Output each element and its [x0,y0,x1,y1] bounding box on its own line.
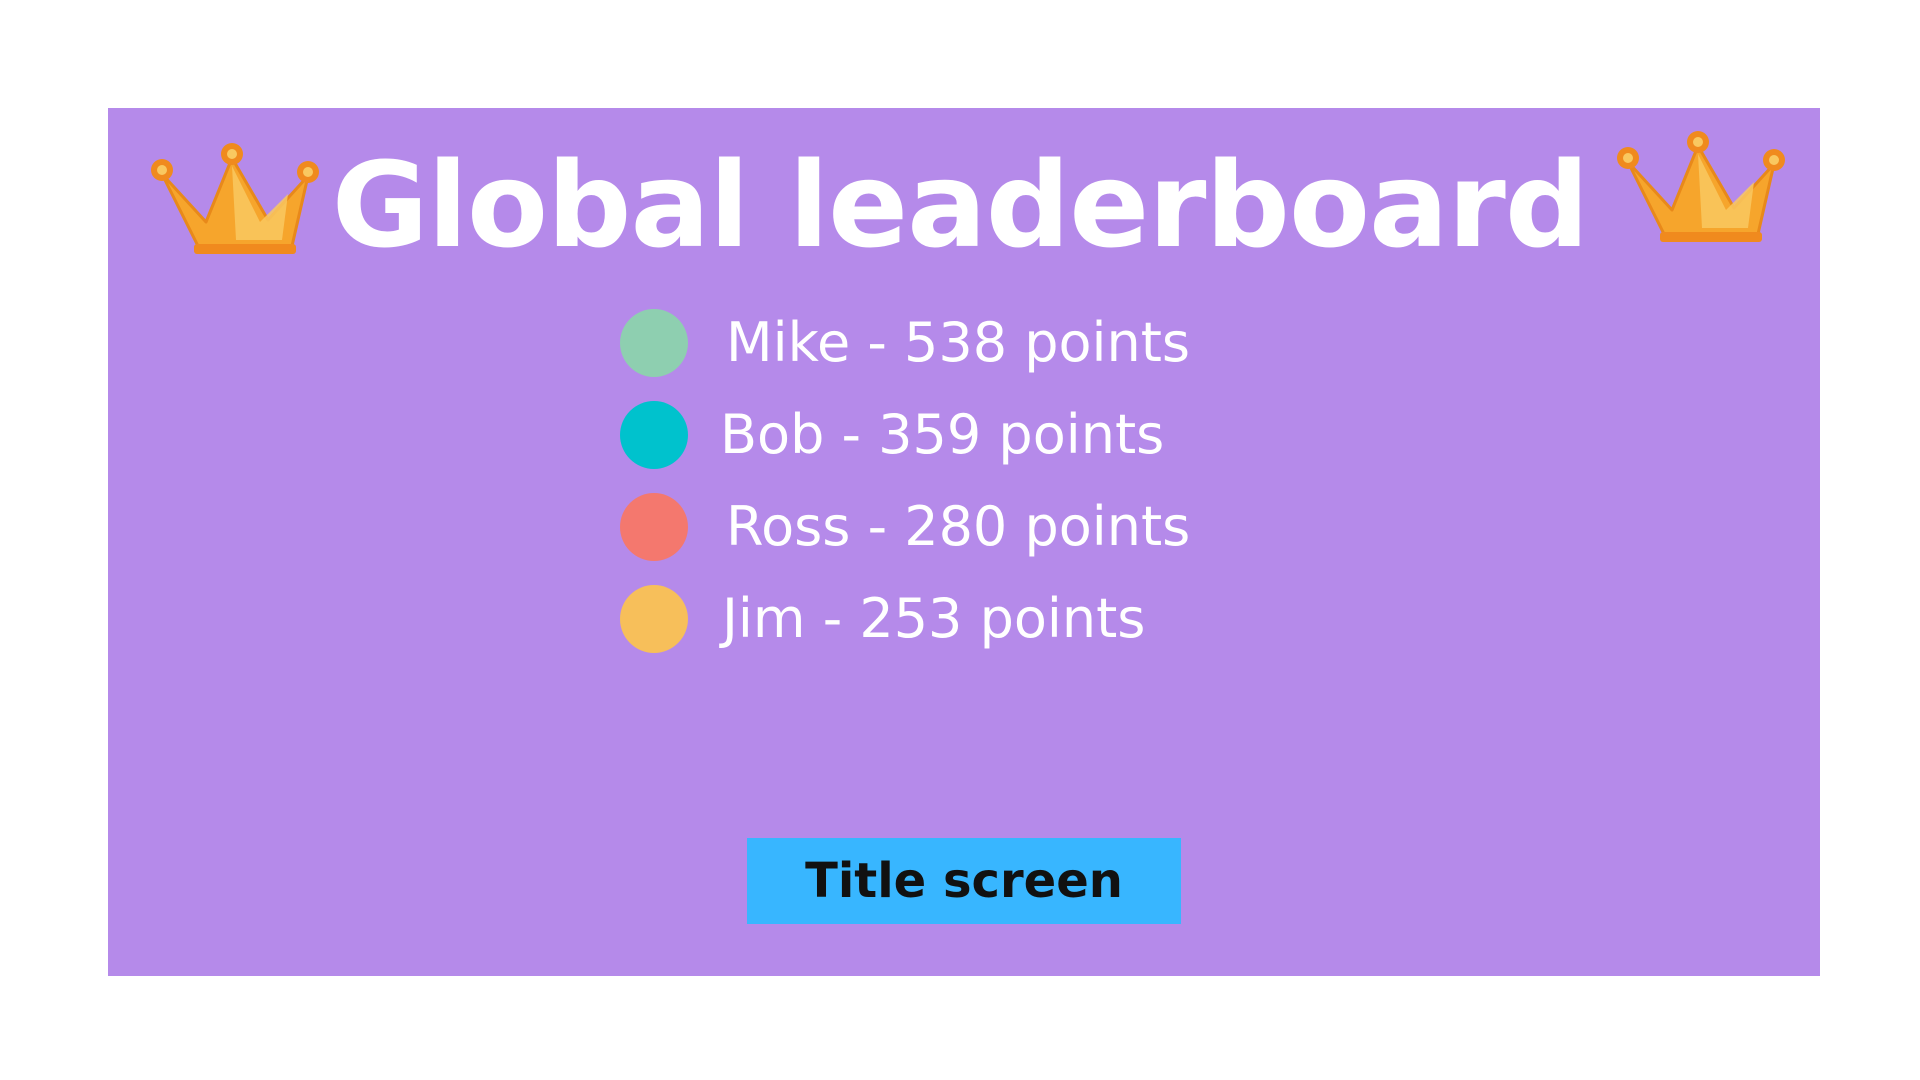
leaderboard-screen: Global leaderboard Mike - 538 points Bob… [0,0,1920,1080]
leaderboard-list: Mike - 538 points Bob - 359 points Ross … [620,300,1420,668]
leaderboard-entry: Ross - 280 points [620,484,1420,576]
player-color-dot [620,309,688,377]
entry-text: Mike - 538 points [726,311,1191,374]
crown-icon [1617,131,1785,242]
title-screen-button[interactable]: Title screen [747,838,1181,924]
leaderboard-entry: Bob - 359 points [620,392,1420,484]
player-color-dot [620,401,688,469]
entry-text: Ross - 280 points [726,495,1191,558]
player-color-dot [620,493,688,561]
player-color-dot [620,585,688,653]
leaderboard-entry: Jim - 253 points [620,576,1420,668]
entry-text: Bob - 359 points [720,403,1165,466]
entry-text: Jim - 253 points [722,587,1146,650]
leaderboard-entry: Mike - 538 points [620,300,1420,392]
